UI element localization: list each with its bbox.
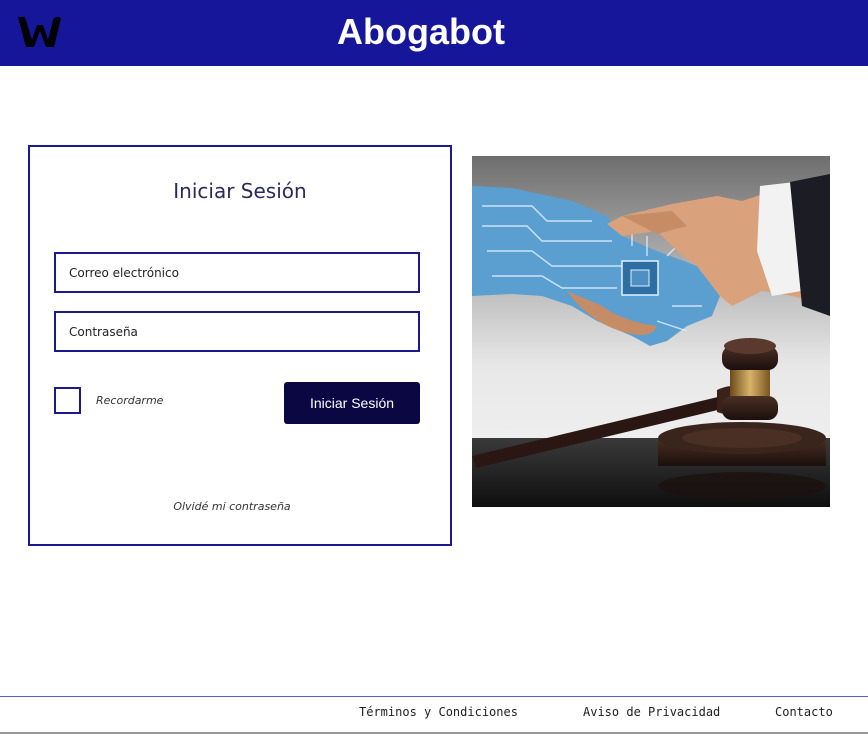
- login-button[interactable]: Iniciar Sesión: [284, 382, 420, 424]
- handshake-gavel-illustration: [472, 156, 830, 507]
- app-title: Abogabot: [337, 11, 505, 52]
- remember-label: Recordarme: [96, 394, 164, 407]
- footer-terms-link[interactable]: Términos y Condiciones: [359, 705, 518, 719]
- footer-privacy-link[interactable]: Aviso de Privacidad: [583, 705, 720, 719]
- login-card: Iniciar Sesión Recordarme Iniciar Sesión…: [28, 145, 452, 546]
- app-header: Abogabot: [0, 0, 868, 66]
- remember-checkbox[interactable]: [54, 387, 81, 414]
- forgot-password-link[interactable]: Olvidé mi contraseña: [30, 500, 434, 513]
- password-field[interactable]: [54, 311, 420, 352]
- hero-image: [472, 156, 830, 507]
- footer-contact-link[interactable]: Contacto: [775, 705, 833, 719]
- footer-divider: [0, 696, 868, 697]
- email-field[interactable]: [54, 252, 420, 293]
- login-title: Iniciar Sesión: [173, 179, 307, 203]
